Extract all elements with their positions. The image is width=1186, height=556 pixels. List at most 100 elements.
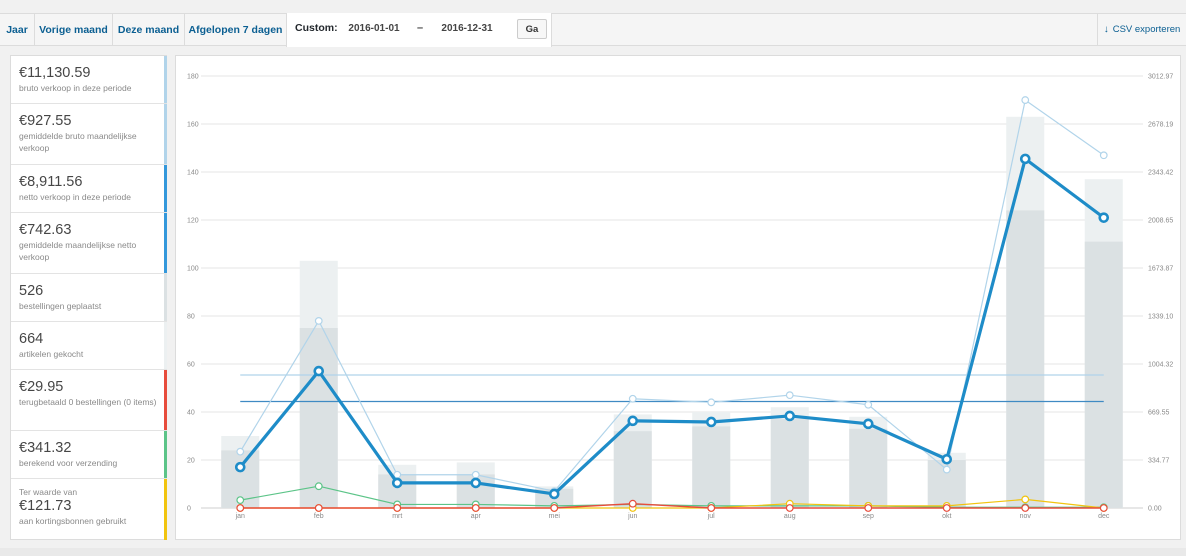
y-right-tick-label: 2008.65 — [1148, 218, 1173, 225]
legend-prefix: Ter waarde van — [19, 487, 78, 497]
chart-bar — [692, 426, 731, 508]
legend-value: €29.95 — [19, 379, 64, 395]
legend-color-bar — [164, 165, 167, 212]
data-point — [1098, 212, 1110, 223]
x-tick-label: feb — [314, 513, 324, 520]
legend-value: €927.55 — [19, 113, 72, 129]
y-left-tick-label: 60 — [187, 362, 195, 369]
data-point — [236, 496, 245, 505]
chart-bar — [770, 419, 809, 508]
export-csv-button[interactable]: ↓ CSV exporteren — [1097, 14, 1186, 46]
x-tick-label: mrt — [392, 513, 402, 520]
legend-item-net-sales[interactable]: €8,911.56 netto verkoop in deze periode — [11, 165, 167, 213]
legend-description: artikelen gekocht — [19, 349, 84, 359]
data-point — [550, 504, 559, 512]
legend-description: netto verkoop in deze periode — [19, 192, 131, 202]
legend-item-avg-net-sales[interactable]: €742.63 gemiddelde maandelijkse netto ve… — [11, 213, 167, 274]
y-right-tick-label: 334.77 — [1148, 458, 1170, 465]
y-left-tick-label: 120 — [187, 218, 199, 225]
legend-item-items-purchased[interactable]: 664 artikelen gekocht — [11, 322, 167, 370]
tab-custom-range: Custom: 2016-01-01 – 2016-12-31 Ga — [286, 13, 552, 47]
data-point — [1099, 504, 1108, 512]
legend-description: bestellingen geplaatst — [19, 301, 102, 311]
y-right-tick-label: 2678.19 — [1148, 122, 1173, 129]
y-right-tick-label: 2343.42 — [1148, 170, 1173, 177]
data-point — [314, 482, 323, 491]
data-point — [313, 365, 325, 377]
data-point — [236, 447, 245, 456]
page-footer-strip — [0, 548, 1186, 556]
tab-this-month[interactable]: Deze maand — [113, 14, 185, 46]
legend-item-shipping[interactable]: €341.32 berekend voor verzending — [11, 431, 167, 479]
legend-description: terugbetaald 0 bestellingen (0 items) — [19, 397, 157, 407]
legend-value: 664 — [19, 331, 44, 347]
data-point — [942, 465, 951, 474]
legend-value: €11,130.59 — [19, 65, 91, 81]
y-left-tick-label: 180 — [187, 74, 199, 81]
data-point — [864, 504, 873, 512]
x-tick-label: dec — [1098, 513, 1110, 520]
data-point — [707, 504, 716, 512]
legend-color-bar — [164, 213, 167, 273]
chart-bar — [613, 431, 652, 508]
legend-value: €8,911.56 — [19, 174, 83, 190]
legend-color-bar — [164, 274, 167, 321]
y-right-tick-label: 1673.87 — [1148, 266, 1173, 273]
export-csv-label: CSV exporteren — [1112, 24, 1181, 35]
legend-color-bar — [164, 322, 167, 369]
chart-bar — [849, 428, 888, 508]
x-tick-label: sep — [863, 513, 874, 520]
legend-value: €341.32 — [19, 440, 72, 456]
data-point — [784, 410, 796, 422]
series-line — [239, 157, 1105, 496]
start-date-input[interactable]: 2016-01-01 — [339, 19, 409, 39]
data-point — [1019, 153, 1031, 165]
x-tick-label: jul — [707, 513, 715, 520]
data-point — [705, 416, 717, 428]
data-point — [314, 316, 323, 325]
y-right-tick-label: 1339.10 — [1148, 314, 1173, 321]
date-separator: – — [417, 22, 424, 34]
data-point — [471, 470, 480, 479]
tab-last-7-days[interactable]: Afgelopen 7 dagen — [185, 14, 287, 46]
legend-color-bar — [164, 431, 167, 478]
series-line — [239, 99, 1105, 492]
go-button[interactable]: Ga — [517, 19, 547, 39]
data-point — [1021, 504, 1030, 512]
legend-item-gross-sales[interactable]: €11,130.59 bruto verkoop in deze periode — [11, 56, 167, 104]
chart-legend: €11,130.59 bruto verkoop in deze periode… — [10, 55, 167, 540]
end-date-input[interactable]: 2016-12-31 — [432, 19, 502, 39]
legend-item-coupons[interactable]: Ter waarde van €121.73 aan kortingsbonne… — [11, 479, 167, 540]
legend-item-orders-placed[interactable]: 526 bestellingen geplaatst — [11, 274, 167, 322]
legend-description: berekend voor verzending — [19, 458, 118, 468]
data-point — [785, 391, 794, 400]
tab-year[interactable]: Jaar — [0, 14, 35, 46]
y-right-tick-label: 669.55 — [1148, 410, 1170, 417]
report-range-tabs: Jaar Vorige maand Deze maand Afgelopen 7… — [0, 13, 1186, 47]
x-tick-label: mei — [549, 513, 561, 520]
y-left-tick-label: 0 — [187, 506, 191, 513]
chart-bar — [1006, 210, 1045, 508]
y-left-tick-label: 40 — [187, 410, 195, 417]
legend-color-bar — [164, 56, 167, 103]
legend-item-avg-gross-sales[interactable]: €927.55 gemiddelde bruto maandelijkse ve… — [11, 104, 167, 165]
y-left-tick-label: 80 — [187, 314, 195, 321]
tab-last-month[interactable]: Vorige maand — [35, 14, 113, 46]
data-point — [627, 415, 639, 427]
legend-item-refunded[interactable]: €29.95 terugbetaald 0 bestellingen (0 it… — [11, 370, 167, 431]
data-point — [234, 461, 246, 473]
x-tick-label: apr — [471, 513, 482, 520]
y-left-tick-label: 160 — [187, 122, 199, 129]
y-right-tick-label: 1004.32 — [1148, 362, 1173, 369]
data-point — [862, 418, 874, 430]
data-point — [1021, 96, 1030, 104]
x-tick-label: jun — [627, 513, 637, 520]
download-icon: ↓ — [1103, 24, 1109, 35]
data-point — [548, 488, 560, 500]
data-point — [391, 477, 403, 489]
legend-color-bar — [164, 370, 167, 430]
y-left-tick-label: 100 — [187, 266, 199, 273]
data-point — [471, 504, 480, 512]
y-left-tick-label: 20 — [187, 458, 195, 465]
x-tick-label: jan — [235, 513, 245, 520]
